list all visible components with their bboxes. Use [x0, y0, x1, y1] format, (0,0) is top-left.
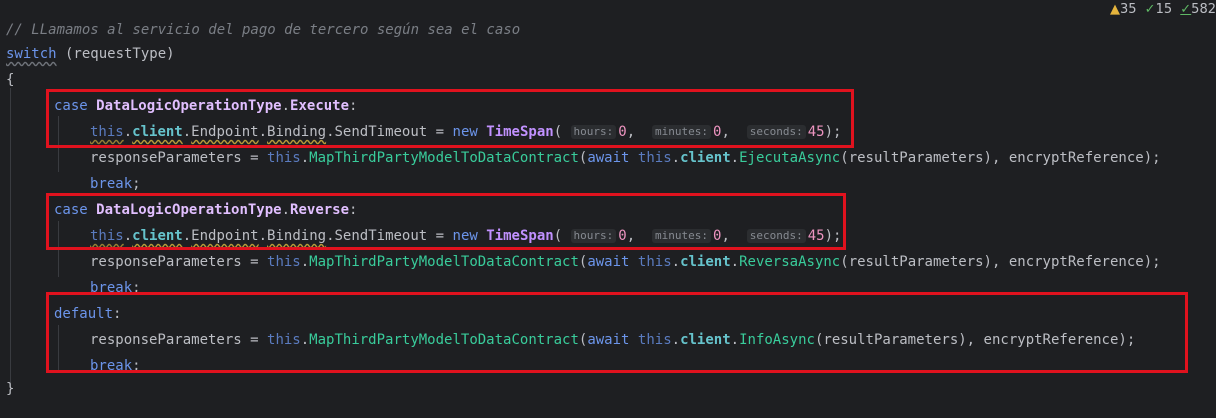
code-line-response-reversa: responseParameters = this.MapThirdPartyM… — [90, 254, 1161, 270]
switch-keyword: switch — [6, 46, 57, 62]
typo-count: 582 — [1191, 2, 1216, 17]
code-line-comment: // LLamamos al servicio del pago de terc… — [6, 19, 520, 41]
reversa-async-method: ReversaAsync — [739, 254, 841, 270]
map-method: MapThirdPartyModelToDataContract — [309, 150, 579, 166]
code-line-response-ejecuta: responseParameters = this.MapThirdPartyM… — [90, 150, 1161, 166]
highlight-box-reverse — [46, 193, 846, 250]
code-line-switch: switch (requestType) — [6, 43, 175, 65]
result-parameters-arg: resultParameters — [848, 150, 984, 166]
indent-guide — [10, 88, 11, 388]
code-line-open-brace: { — [6, 69, 14, 91]
this-keyword: this — [267, 254, 301, 270]
this-keyword: this — [267, 150, 301, 166]
highlight-box-execute — [46, 89, 854, 148]
code-line-break-1: break; — [90, 176, 141, 192]
break-keyword: break — [90, 176, 133, 192]
await-keyword: await — [587, 150, 630, 166]
warning-count: 35 — [1119, 2, 1137, 17]
warning-icon: ▲ — [1109, 2, 1120, 17]
inspection-widget[interactable]: ▲35 ✓15 ✓582 — [1110, 2, 1216, 17]
this-keyword: this — [637, 254, 672, 270]
response-parameters-var: responseParameters — [90, 254, 242, 270]
result-parameters-arg: resultParameters — [848, 254, 984, 270]
client-field: client — [680, 254, 731, 270]
response-parameters-var: responseParameters — [90, 150, 242, 166]
this-keyword: this — [637, 150, 672, 166]
encrypt-reference-arg: encryptReference — [1008, 254, 1144, 270]
close-brace: } — [6, 381, 15, 397]
weak-warning-count: 15 — [1155, 2, 1173, 17]
switch-expression: (requestType) — [56, 46, 175, 62]
typo-check-icon: ✓ — [1180, 2, 1192, 17]
map-method: MapThirdPartyModelToDataContract — [309, 254, 579, 270]
highlight-box-default — [46, 292, 1188, 373]
code-line-close-brace: } — [6, 378, 14, 400]
comment-text: // LLamamos al servicio del pago de terc… — [6, 22, 521, 38]
check-icon: ✓ — [1144, 2, 1156, 17]
ejecuta-async-method: EjecutaAsync — [739, 150, 841, 166]
open-brace: { — [6, 72, 15, 88]
code-editor[interactable]: ▲35 ✓15 ✓582 // LLamamos al servicio del… — [0, 0, 1216, 418]
client-field: client — [680, 150, 731, 166]
await-keyword: await — [587, 254, 630, 270]
encrypt-reference-arg: encryptReference — [1008, 150, 1144, 166]
